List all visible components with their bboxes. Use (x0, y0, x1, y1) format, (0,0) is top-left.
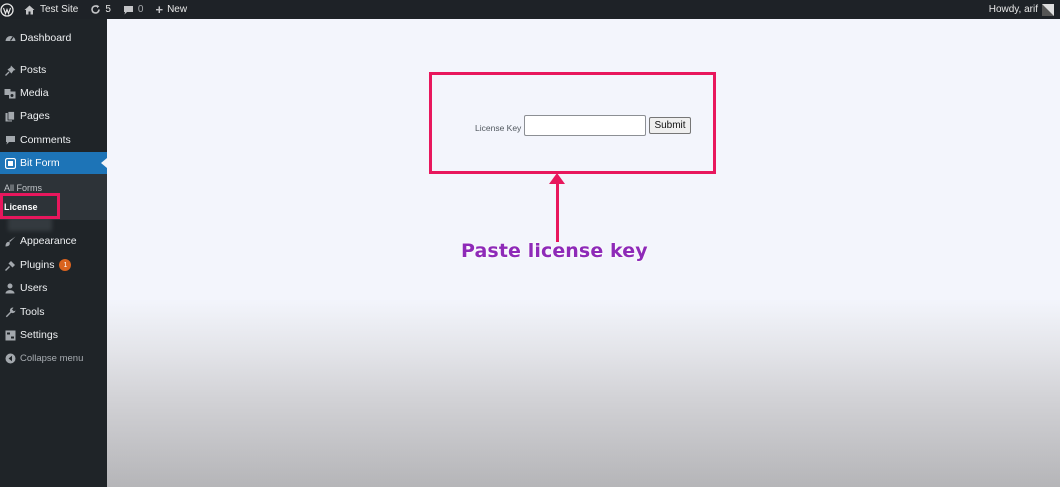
sidebar-item-label: Tools (20, 306, 45, 318)
sidebar-item-posts[interactable]: Posts (0, 59, 107, 81)
updates-count: 5 (105, 4, 111, 15)
sidebar-item-label: Settings (20, 329, 58, 341)
submenu-item-all-forms[interactable]: All Forms (4, 183, 42, 193)
sidebar-item-label: Media (20, 87, 49, 99)
license-key-input[interactable] (524, 115, 646, 136)
annotation-caption: Paste license key (461, 240, 648, 263)
settings-icon (0, 330, 20, 341)
pages-icon (0, 110, 20, 122)
new-content-link[interactable]: + New (149, 0, 193, 19)
sidebar-item-plugins[interactable]: Plugins 1 (0, 254, 107, 276)
sidebar-item-label: Dashboard (20, 32, 72, 44)
sidebar-item-appearance[interactable]: Appearance (0, 230, 107, 252)
pin-icon (0, 65, 20, 76)
greeting-text: Howdy, arif (988, 4, 1038, 15)
update-count-badge: 1 (59, 259, 72, 271)
sidebar-item-settings[interactable]: Settings (0, 324, 107, 346)
dashboard-icon (0, 33, 20, 44)
plug-icon (0, 260, 20, 271)
blurred-region (8, 217, 52, 231)
comments-link[interactable]: 0 (117, 0, 150, 19)
admin-bar: Test Site 5 0 + New Howdy, arif (0, 0, 1060, 19)
comments-count: 0 (137, 4, 144, 15)
sidebar-item-label: Plugins (20, 259, 55, 271)
collapse-arrow-icon (0, 353, 20, 364)
sidebar-item-tools[interactable]: Tools (0, 301, 107, 323)
license-highlight-box (0, 193, 60, 219)
sidebar-item-label: Comments (20, 134, 71, 146)
sidebar-item-pages[interactable]: Pages (0, 105, 107, 127)
brush-icon (0, 236, 20, 247)
wrench-icon (0, 307, 20, 318)
home-icon (24, 5, 35, 15)
comment-bubble-icon (123, 5, 134, 15)
collapse-menu-label: Collapse menu (20, 352, 84, 364)
submit-button[interactable]: Submit (649, 117, 691, 134)
refresh-icon (90, 4, 101, 15)
media-icon (0, 88, 20, 99)
sidebar-item-users[interactable]: Users (0, 277, 107, 299)
user-icon (0, 283, 20, 294)
sidebar-item-label: Pages (20, 110, 50, 122)
my-account[interactable]: Howdy, arif (989, 0, 1054, 19)
avatar (1042, 3, 1054, 16)
sidebar-item-label: Posts (20, 64, 47, 76)
sidebar-item-label: Bit Form (20, 157, 60, 169)
sidebar-item-bit-form[interactable]: Bit Form (0, 152, 107, 174)
collapse-menu-button[interactable]: Collapse menu (0, 347, 107, 369)
sidebar-item-label: Appearance (20, 235, 77, 247)
sidebar-item-dashboard[interactable]: Dashboard (0, 27, 107, 49)
wordpress-logo-icon[interactable] (0, 0, 18, 19)
site-title: Test Site (40, 4, 79, 15)
site-name-link[interactable]: Test Site (18, 0, 84, 19)
annotation-arrow-line (556, 180, 559, 242)
comment-icon (0, 135, 20, 145)
license-key-label: License Key (475, 123, 522, 133)
sidebar-item-media[interactable]: Media (0, 82, 107, 104)
sidebar-item-label: Users (20, 282, 48, 294)
new-label: New (167, 4, 188, 15)
bitform-icon (0, 157, 20, 169)
admin-sidebar: Dashboard Posts Media Pages Comments Bit… (0, 19, 107, 487)
sidebar-item-comments[interactable]: Comments (0, 129, 107, 151)
updates-link[interactable]: 5 (84, 0, 117, 19)
plus-icon: + (155, 1, 164, 17)
